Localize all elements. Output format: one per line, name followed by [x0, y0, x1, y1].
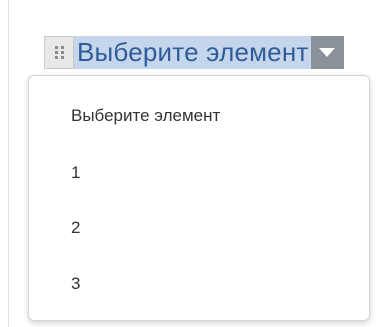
page-left-edge	[8, 0, 9, 327]
drag-handle-dots	[55, 46, 64, 60]
caret-down-icon	[319, 48, 335, 57]
menu-item-1[interactable]: 1	[71, 163, 80, 183]
dropdown-control[interactable]: Выберите элемент	[44, 36, 344, 69]
dropdown-menu: Выберите элемент 1 2 3	[28, 75, 370, 321]
selected-value[interactable]: Выберите элемент	[74, 36, 311, 69]
menu-item-3[interactable]: 3	[71, 274, 80, 294]
menu-item-2[interactable]: 2	[71, 218, 80, 238]
menu-item-placeholder[interactable]: Выберите элемент	[71, 106, 220, 126]
drag-handle-icon[interactable]	[44, 36, 74, 69]
dropdown-arrow-button[interactable]	[310, 36, 344, 69]
